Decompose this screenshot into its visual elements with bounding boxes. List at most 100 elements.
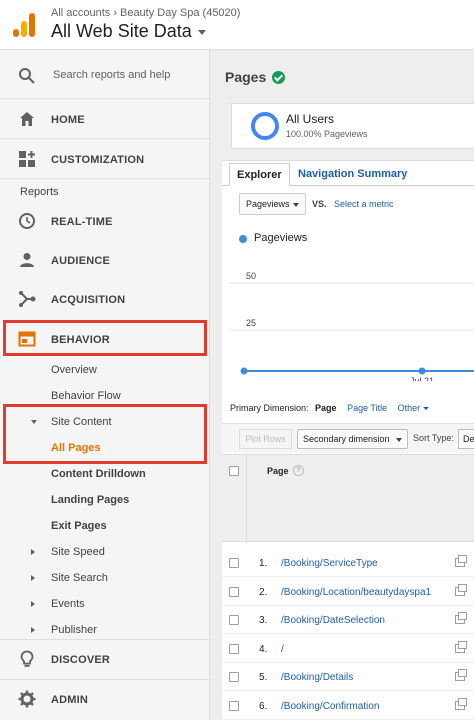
breadcrumb-all-accounts[interactable]: All accounts — [51, 7, 110, 19]
dimension-page-title-link[interactable]: Page Title — [347, 403, 387, 413]
external-link-icon[interactable] — [455, 583, 467, 596]
page-path-link[interactable]: /Booking/Location/beautydayspa1 — [281, 587, 431, 598]
sidebar-item-customization[interactable]: CUSTOMIZATION — [0, 140, 209, 178]
search-icon — [19, 68, 35, 84]
external-link-icon[interactable] — [455, 555, 467, 567]
sidebar-item-label: Publisher — [51, 624, 97, 636]
clock-icon — [19, 213, 35, 229]
divider — [0, 138, 209, 139]
plot-rows-button[interactable]: Plot Rows — [239, 429, 292, 449]
table-row: 3. /Booking/DateSelection — [222, 606, 474, 634]
data-point[interactable] — [418, 367, 426, 375]
sidebar-item-discover[interactable]: DISCOVER — [0, 640, 209, 678]
sidebar-item-label: HOME — [51, 114, 85, 126]
sidebar-item-exit-pages[interactable]: Exit Pages — [0, 513, 209, 539]
external-link-icon[interactable] — [455, 640, 467, 653]
caret-right-icon — [31, 575, 35, 581]
sidebar-item-content-drilldown[interactable]: Content Drilldown — [0, 461, 209, 487]
page-path-link[interactable]: / — [281, 644, 284, 655]
row-checkbox[interactable] — [229, 586, 239, 597]
verified-check-icon — [272, 70, 286, 84]
table-header: Page ? — [222, 454, 474, 543]
breadcrumb-separator: › — [113, 7, 117, 19]
column-header-page[interactable]: Page — [267, 466, 289, 476]
reports-heading: Reports — [20, 186, 59, 198]
caret-right-icon — [31, 549, 35, 555]
segment-name: All Users — [286, 112, 335, 126]
row-checkbox[interactable] — [229, 615, 239, 625]
row-number: 3. — [259, 615, 268, 626]
table-row: 1. /Booking/ServiceType — [222, 549, 474, 577]
dimension-page[interactable]: Page — [315, 403, 337, 413]
metric-dropdown-value: Pageviews — [246, 199, 290, 209]
sidebar-item-admin[interactable]: ADMIN — [0, 680, 209, 718]
sort-type-dropdown[interactable]: De — [458, 429, 474, 449]
pageviews-chart[interactable]: 50 25... Jul 21 — [222, 251, 474, 381]
breadcrumb-property[interactable]: Beauty Day Spa (45020) — [120, 7, 240, 19]
secondary-dimension-label: Secondary dimension — [303, 434, 390, 444]
data-point[interactable] — [240, 367, 248, 375]
sidebar-item-acquisition[interactable]: ACQUISITION — [0, 280, 209, 318]
metric-dropdown[interactable]: Pageviews — [239, 193, 306, 215]
select-metric-link[interactable]: Select a metric — [334, 199, 394, 209]
sidebar-item-label: CUSTOMIZATION — [51, 154, 145, 166]
sidebar-item-site-speed[interactable]: Site Speed — [0, 539, 209, 565]
caret-right-icon — [31, 601, 35, 607]
page-path-link[interactable]: /Booking/DateSelection — [281, 615, 385, 626]
legend-label: Pageviews — [254, 232, 308, 244]
row-number: 2. — [259, 586, 268, 598]
vs-label: VS. — [312, 199, 327, 209]
external-link-icon[interactable] — [455, 697, 467, 710]
x-tick-label: Jul 21 — [410, 376, 434, 381]
sidebar-item-overview[interactable]: Overview — [0, 357, 209, 383]
sidebar-item-label: Landing Pages — [51, 494, 130, 506]
external-link-icon[interactable] — [455, 612, 467, 624]
row-checkbox[interactable] — [229, 558, 239, 568]
row-checkbox[interactable] — [229, 643, 239, 654]
legend-swatch — [239, 235, 247, 243]
sidebar-item-landing-pages[interactable]: Landing Pages — [0, 487, 209, 513]
secondary-dimension-dropdown[interactable]: Secondary dimension — [297, 429, 408, 449]
dimension-other-link[interactable]: Other — [398, 403, 421, 413]
sidebar-item-label: Content Drilldown — [51, 468, 146, 480]
row-checkbox[interactable] — [229, 672, 239, 682]
view-selector[interactable]: All Web Site Data — [51, 21, 206, 42]
search-input[interactable]: Search reports and help — [53, 69, 170, 81]
analytics-logo-icon[interactable] — [12, 12, 36, 38]
x-tick-label: ... — [239, 376, 247, 381]
table-row: 2. /Booking/Location/beautydayspa1 — [222, 577, 474, 606]
page-path-link[interactable]: /Booking/Confirmation — [281, 701, 379, 712]
table-row: 6. /Booking/Confirmation — [222, 691, 474, 720]
tab-navigation-summary[interactable]: Navigation Summary — [291, 163, 414, 186]
sort-type-label: Sort Type: — [413, 433, 454, 443]
external-link-icon[interactable] — [455, 669, 467, 681]
sidebar-item-label: Site Search — [51, 572, 108, 584]
breadcrumb: All accounts › Beauty Day Spa (45020) — [51, 7, 240, 19]
sidebar-item-events[interactable]: Events — [0, 591, 209, 617]
help-icon[interactable]: ? — [293, 465, 304, 476]
sidebar-item-label: REAL-TIME — [51, 216, 113, 228]
report-panel: Explorer Navigation Summary Pageviews VS… — [222, 160, 474, 720]
sidebar-item-realtime[interactable]: REAL-TIME — [0, 202, 209, 240]
sidebar-item-home[interactable]: HOME — [0, 100, 209, 138]
page-path-link[interactable]: /Booking/Details — [281, 672, 353, 683]
row-number: 4. — [259, 643, 268, 655]
select-all-checkbox[interactable] — [229, 466, 239, 476]
primary-dimension-label: Primary Dimension: — [230, 403, 309, 413]
segment-card[interactable]: All Users 100.00% Pageviews — [231, 103, 474, 149]
tab-explorer[interactable]: Explorer — [229, 163, 290, 186]
sidebar-item-label: ADMIN — [51, 694, 89, 706]
sidebar-item-audience[interactable]: AUDIENCE — [0, 241, 209, 279]
row-number: 5. — [259, 672, 268, 683]
gear-icon — [18, 690, 36, 708]
page-path-link[interactable]: /Booking/ServiceType — [281, 558, 378, 569]
table-toolbar: Plot Rows Secondary dimension Sort Type:… — [222, 423, 474, 453]
highlight-box-behavior — [3, 320, 207, 356]
sidebar-item-site-search[interactable]: Site Search — [0, 565, 209, 591]
header: All accounts › Beauty Day Spa (45020) All … — [0, 0, 474, 50]
segment-donut-icon — [251, 112, 279, 140]
row-number: 1. — [259, 558, 268, 569]
y-tick-label: 50 — [246, 271, 256, 281]
row-checkbox[interactable] — [229, 700, 239, 711]
divider — [0, 98, 209, 99]
